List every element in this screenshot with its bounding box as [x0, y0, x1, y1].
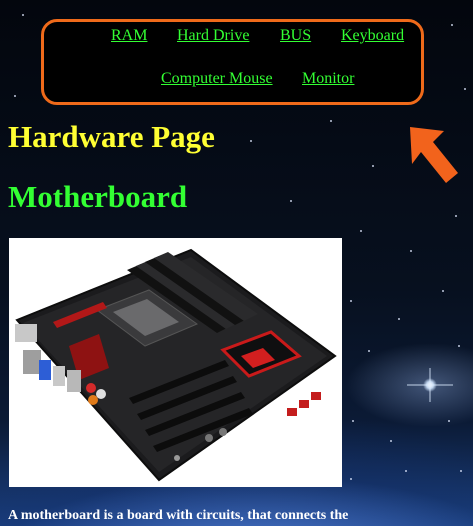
nav-link-hard-drive[interactable]: Hard Drive [177, 27, 249, 45]
nav-link-ram[interactable]: RAM [111, 27, 147, 45]
motherboard-image [9, 238, 342, 487]
nav-link-computer-mouse[interactable]: Computer Mouse [161, 70, 273, 88]
nav-link-monitor[interactable]: Monitor [302, 70, 354, 88]
nav-link-bus[interactable]: BUS [280, 27, 311, 45]
nav-link-keyboard[interactable]: Keyboard [341, 27, 404, 45]
page-title: Hardware Page [8, 119, 215, 154]
lens-flare [423, 378, 437, 392]
nav-panel: RAM Hard Drive BUS Keyboard Computer Mou… [41, 19, 424, 105]
motherboard-description: A motherboard is a board with circuits, … [8, 508, 349, 523]
section-title: Motherboard [8, 179, 188, 214]
arrow-up-left-icon [410, 127, 458, 183]
